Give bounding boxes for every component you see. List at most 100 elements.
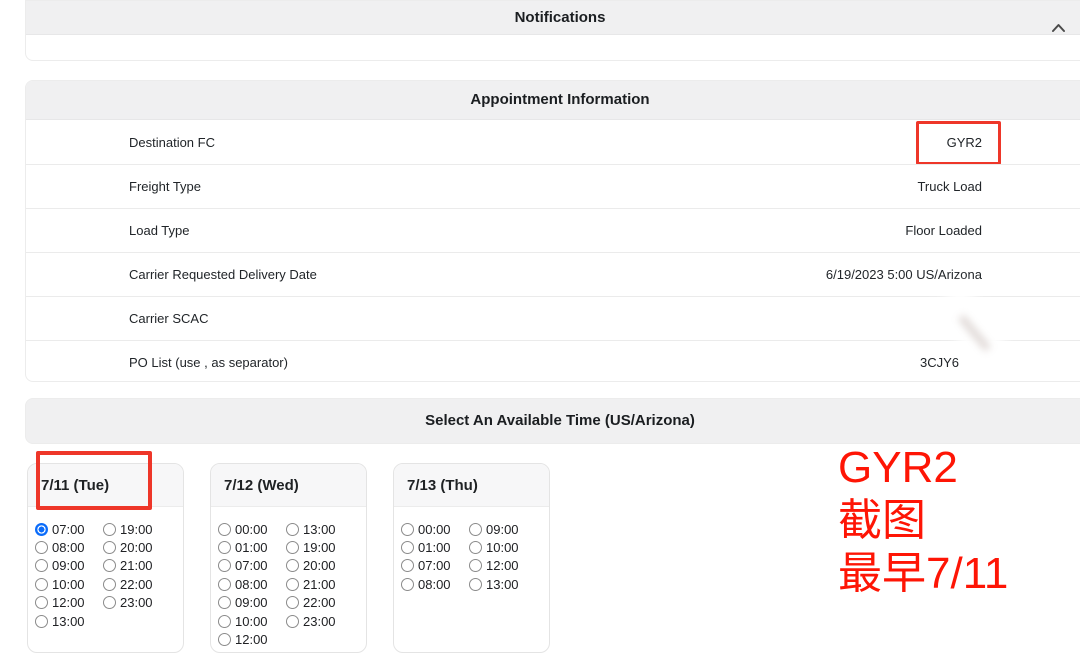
annotation-line: 截图 — [838, 494, 1008, 547]
row-label: Freight Type — [26, 179, 201, 194]
radio-icon[interactable] — [286, 523, 299, 536]
time-option[interactable]: 01:00 — [218, 538, 284, 556]
radio-icon[interactable] — [103, 596, 116, 609]
time-option[interactable]: 19:00 — [103, 520, 153, 538]
time-label: 00:00 — [418, 522, 451, 537]
time-option[interactable]: 07:00 — [401, 557, 467, 575]
day-card-title: 7/13 (Thu) — [394, 464, 549, 507]
radio-icon[interactable] — [218, 596, 231, 609]
radio-icon[interactable] — [286, 615, 299, 628]
time-label: 20:00 — [303, 558, 336, 573]
time-option[interactable]: 10:00 — [218, 612, 284, 630]
row-value: 3CJY6 — [920, 355, 1080, 370]
time-option[interactable]: 07:00 — [35, 520, 101, 538]
radio-icon[interactable] — [218, 578, 231, 591]
radio-icon[interactable] — [35, 596, 48, 609]
time-label: 07:00 — [52, 522, 85, 537]
radio-icon[interactable] — [286, 541, 299, 554]
radio-icon[interactable] — [401, 541, 414, 554]
time-option[interactable]: 21:00 — [286, 575, 336, 593]
time-option[interactable]: 22:00 — [103, 575, 153, 593]
radio-icon[interactable] — [469, 559, 482, 572]
time-option[interactable]: 12:00 — [35, 594, 101, 612]
time-option[interactable]: 10:00 — [469, 538, 519, 556]
radio-icon[interactable] — [103, 578, 116, 591]
radio-icon[interactable] — [35, 615, 48, 628]
row-label: Destination FC — [26, 135, 215, 150]
radio-icon[interactable] — [103, 523, 116, 536]
chevron-up-icon[interactable] — [1051, 12, 1066, 45]
notifications-header[interactable]: Notifications — [26, 1, 1080, 35]
radio-icon[interactable] — [218, 523, 231, 536]
time-option[interactable]: 07:00 — [218, 557, 284, 575]
radio-icon[interactable] — [286, 578, 299, 591]
time-option[interactable]: 08:00 — [401, 575, 467, 593]
radio-icon[interactable] — [35, 559, 48, 572]
appointment-page: Notifications Appointment Information De… — [0, 0, 1080, 656]
time-label: 12:00 — [52, 595, 85, 610]
time-option[interactable]: 01:00 — [401, 538, 467, 556]
radio-icon[interactable] — [218, 541, 231, 554]
time-option[interactable]: 12:00 — [218, 630, 284, 648]
radio-icon[interactable] — [401, 559, 414, 572]
appointment-info-title: Appointment Information — [470, 91, 649, 108]
radio-icon[interactable] — [401, 523, 414, 536]
time-label: 07:00 — [418, 558, 451, 573]
time-slot-list: 07:00 08:00 09:0010:00 12:00 13:00 19:00 20:00… — [28, 507, 183, 630]
radio-icon[interactable] — [401, 578, 414, 591]
time-option[interactable]: 10:00 — [35, 575, 101, 593]
time-label: 10:00 — [486, 540, 519, 555]
time-option[interactable]: 09:00 — [218, 594, 284, 612]
radio-icon[interactable] — [469, 523, 482, 536]
radio-icon[interactable] — [469, 578, 482, 591]
time-label: 23:00 — [120, 595, 153, 610]
radio-icon[interactable] — [35, 541, 48, 554]
time-option[interactable]: 12:00 — [469, 557, 519, 575]
time-option[interactable]: 09:00 — [35, 557, 101, 575]
time-option[interactable]: 00:00 — [218, 520, 284, 538]
time-option[interactable]: 21:00 — [103, 557, 153, 575]
time-label: 13:00 — [52, 614, 85, 629]
time-label: 01:00 — [418, 540, 451, 555]
row-value: GYR2 — [947, 135, 1080, 150]
time-option[interactable]: 19:00 — [286, 538, 336, 556]
radio-icon[interactable] — [103, 559, 116, 572]
time-label: 21:00 — [120, 558, 153, 573]
time-label: 21:00 — [303, 577, 336, 592]
time-option[interactable]: 13:00 — [35, 612, 101, 630]
time-option[interactable]: 23:00 — [103, 594, 153, 612]
time-option[interactable]: 08:00 — [218, 575, 284, 593]
time-option[interactable]: 13:00 — [469, 575, 519, 593]
radio-icon[interactable] — [218, 633, 231, 646]
time-column: 07:00 08:00 09:0010:00 12:00 13:00 — [35, 520, 101, 630]
notifications-panel: Notifications — [25, 0, 1080, 61]
time-label: 07:00 — [235, 558, 268, 573]
radio-icon[interactable] — [218, 559, 231, 572]
radio-icon[interactable] — [103, 541, 116, 554]
time-label: 08:00 — [52, 540, 85, 555]
radio-icon[interactable] — [218, 615, 231, 628]
row-value: 6/19/2023 5:00 US/Arizona — [826, 267, 1080, 282]
table-row: PO List (use , as separator) 3CJY6 — [26, 340, 1080, 382]
row-value: Floor Loaded — [905, 223, 1080, 238]
time-option[interactable]: 22:00 — [286, 594, 336, 612]
radio-icon[interactable] — [286, 559, 299, 572]
time-label: 20:00 — [120, 540, 153, 555]
time-option[interactable]: 00:00 — [401, 520, 467, 538]
radio-icon[interactable] — [35, 578, 48, 591]
time-option[interactable]: 20:00 — [103, 538, 153, 556]
radio-selected-icon[interactable] — [35, 523, 48, 536]
day-card-7-12: 7/12 (Wed) 00:0001:0007:0008:0009:0010:0… — [210, 463, 367, 653]
time-option[interactable]: 08:00 — [35, 538, 101, 556]
time-option[interactable]: 20:00 — [286, 557, 336, 575]
time-label: 23:00 — [303, 614, 336, 629]
time-label: 10:00 — [235, 614, 268, 629]
time-label: 13:00 — [486, 577, 519, 592]
radio-icon[interactable] — [286, 596, 299, 609]
time-label: 22:00 — [120, 577, 153, 592]
radio-icon[interactable] — [469, 541, 482, 554]
time-option[interactable]: 13:00 — [286, 520, 336, 538]
time-option[interactable]: 23:00 — [286, 612, 336, 630]
appointment-info-panel: Appointment Information Destination FC G… — [25, 80, 1080, 382]
time-option[interactable]: 09:00 — [469, 520, 519, 538]
